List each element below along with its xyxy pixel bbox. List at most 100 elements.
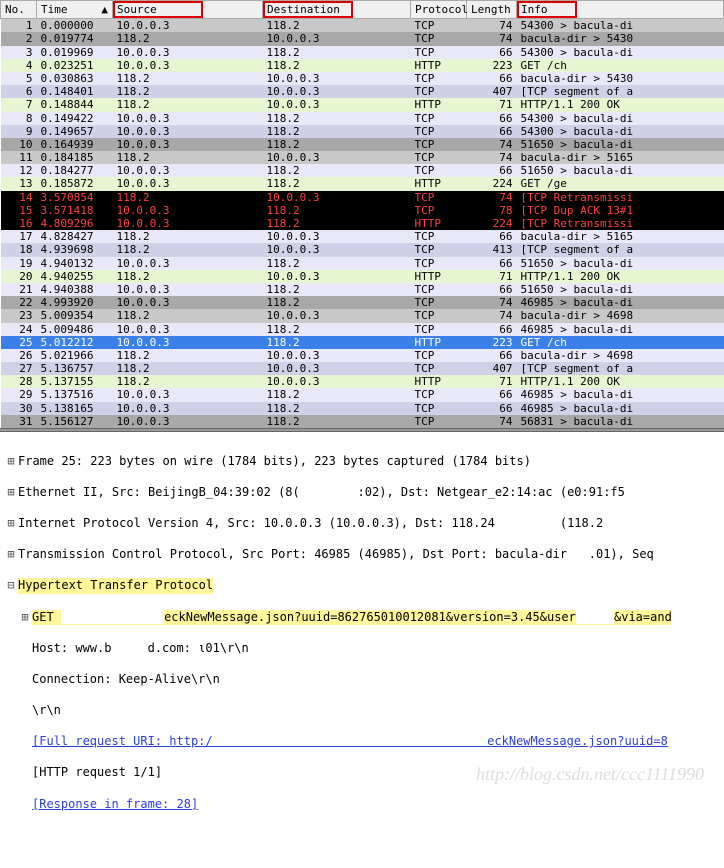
table-row[interactable]: 80.14942210.0.0.3118.2TCP6654300 > bacul…: [1, 112, 724, 125]
cell-protocol: TCP: [411, 349, 467, 362]
packet-list-table[interactable]: No. Time ▲ Source Destination Protocol L…: [0, 0, 724, 428]
cell-time: 4.939698: [37, 243, 113, 256]
table-row[interactable]: 295.13751610.0.0.3118.2TCP6646985 > bacu…: [1, 388, 724, 401]
table-row[interactable]: 143.570854118.210.0.0.3TCP74[TCP Retrans…: [1, 191, 724, 204]
col-info-header[interactable]: Info: [517, 1, 724, 19]
tcp-line[interactable]: Transmission Control Protocol, Src Port:…: [18, 547, 654, 563]
table-row[interactable]: 110.184185118.210.0.0.3TCP74bacula-dir >…: [1, 151, 724, 164]
cell-source: 10.0.0.3: [113, 204, 263, 217]
expand-icon[interactable]: ⊞: [4, 485, 18, 501]
table-row[interactable]: 315.15612710.0.0.3118.2TCP7456831 > bacu…: [1, 415, 724, 428]
expand-icon[interactable]: ⊞: [18, 610, 32, 626]
col-protocol-header[interactable]: Protocol: [411, 1, 467, 19]
cell-protocol: TCP: [411, 191, 467, 204]
cell-info: 54300 > bacula-di: [517, 112, 724, 125]
collapse-icon[interactable]: ⊟: [4, 578, 18, 594]
cell-time: 0.019969: [37, 46, 113, 59]
table-row[interactable]: 194.94013210.0.0.3118.2TCP6651650 > bacu…: [1, 257, 724, 270]
full-request-uri-link[interactable]: [Full request URI: http:/ eckNewMessage.…: [32, 734, 668, 750]
table-row[interactable]: 164.80929610.0.0.3118.2HTTP224[TCP Retra…: [1, 217, 724, 230]
col-destination-header[interactable]: Destination: [263, 1, 411, 19]
cell-protocol: TCP: [411, 151, 467, 164]
cell-no: 14: [1, 191, 37, 204]
expand-icon[interactable]: ⊞: [4, 454, 18, 470]
cell-destination: 10.0.0.3: [263, 362, 411, 375]
ip-line[interactable]: Internet Protocol Version 4, Src: 10.0.0…: [18, 516, 603, 532]
cell-no: 10: [1, 138, 37, 151]
cell-protocol: TCP: [411, 230, 467, 243]
table-row[interactable]: 174.828427118.210.0.0.3TCP66bacula-dir >…: [1, 230, 724, 243]
table-row[interactable]: 184.939698118.210.0.0.3TCP413[TCP segmen…: [1, 243, 724, 256]
cell-info: 46985 > bacula-di: [517, 388, 724, 401]
response-in-frame-link[interactable]: [Response in frame: 28]: [32, 797, 198, 813]
cell-source: 10.0.0.3: [113, 323, 263, 336]
cell-source: 10.0.0.3: [113, 257, 263, 270]
cell-info: bacula-dir > 5165: [517, 151, 724, 164]
table-row[interactable]: 275.136757118.210.0.0.3TCP407[TCP segmen…: [1, 362, 724, 375]
table-row[interactable]: 130.18587210.0.0.3118.2HTTP224GET /ge: [1, 177, 724, 190]
sort-indicator-icon: ▲: [101, 3, 108, 16]
cell-source: 10.0.0.3: [113, 283, 263, 296]
col-length-header[interactable]: Length: [467, 1, 517, 19]
table-row[interactable]: 50.030863118.210.0.0.3TCP66bacula-dir > …: [1, 72, 724, 85]
table-row[interactable]: 100.16493910.0.0.3118.2TCP7451650 > bacu…: [1, 138, 724, 151]
table-row[interactable]: 224.99392010.0.0.3118.2TCP7446985 > bacu…: [1, 296, 724, 309]
expand-icon[interactable]: ⊞: [4, 547, 18, 563]
cell-no: 25: [1, 336, 37, 349]
http-crlf-line[interactable]: \r\n: [32, 703, 61, 719]
cell-source: 118.2: [113, 230, 263, 243]
cell-no: 21: [1, 283, 37, 296]
table-row[interactable]: 40.02325110.0.0.3118.2HTTP223GET /ch: [1, 59, 724, 72]
cell-destination: 118.2: [263, 164, 411, 177]
cell-protocol: TCP: [411, 309, 467, 322]
table-row[interactable]: 305.13816510.0.0.3118.2TCP6646985 > bacu…: [1, 402, 724, 415]
table-row[interactable]: 90.14965710.0.0.3118.2TCP6654300 > bacul…: [1, 125, 724, 138]
table-row[interactable]: 214.94038810.0.0.3118.2TCP6651650 > bacu…: [1, 283, 724, 296]
http-connection-line[interactable]: Connection: Keep-Alive\r\n: [32, 672, 220, 688]
table-row[interactable]: 204.940255118.210.0.0.3HTTP71HTTP/1.1 20…: [1, 270, 724, 283]
http-get-line[interactable]: GET eckNewMessage.json?uuid=862765010012…: [32, 610, 672, 626]
cell-destination: 118.2: [263, 336, 411, 349]
packet-details-pane[interactable]: ⊞Frame 25: 223 bytes on wire (1784 bits)…: [0, 432, 724, 868]
col-source-header[interactable]: Source: [113, 1, 263, 19]
cell-source: 118.2: [113, 349, 263, 362]
cell-destination: 118.2: [263, 59, 411, 72]
cell-time: 4.940132: [37, 257, 113, 270]
table-row[interactable]: 285.137155118.210.0.0.3HTTP71HTTP/1.1 20…: [1, 375, 724, 388]
cell-destination: 10.0.0.3: [263, 309, 411, 322]
cell-no: 13: [1, 177, 37, 190]
table-row[interactable]: 255.01221210.0.0.3118.2HTTP223GET /ch: [1, 336, 724, 349]
table-row[interactable]: 10.00000010.0.0.3118.2TCP7454300 > bacul…: [1, 19, 724, 33]
frame-line[interactable]: Frame 25: 223 bytes on wire (1784 bits),…: [18, 454, 531, 470]
table-row[interactable]: 235.009354118.210.0.0.3TCP74bacula-dir >…: [1, 309, 724, 322]
col-time-header[interactable]: Time ▲: [37, 1, 113, 19]
cell-no: 18: [1, 243, 37, 256]
cell-info: HTTP/1.1 200 OK: [517, 270, 724, 283]
cell-source: 118.2: [113, 32, 263, 45]
table-row[interactable]: 30.01996910.0.0.3118.2TCP6654300 > bacul…: [1, 46, 724, 59]
cell-protocol: HTTP: [411, 375, 467, 388]
packet-list-header[interactable]: No. Time ▲ Source Destination Protocol L…: [1, 1, 724, 19]
cell-source: 10.0.0.3: [113, 112, 263, 125]
table-row[interactable]: 265.021966118.210.0.0.3TCP66bacula-dir >…: [1, 349, 724, 362]
col-no-header[interactable]: No.: [1, 1, 37, 19]
ethernet-line[interactable]: Ethernet II, Src: BeijingB_04:39:02 (8( …: [18, 485, 625, 501]
http-request-num-line[interactable]: [HTTP request 1/1]: [32, 765, 162, 781]
cell-no: 16: [1, 217, 37, 230]
table-row[interactable]: 70.148844118.210.0.0.3HTTP71HTTP/1.1 200…: [1, 98, 724, 111]
cell-no: 26: [1, 349, 37, 362]
cell-length: 71: [467, 270, 517, 283]
http-host-line[interactable]: Host: www.b d.com: ι01\r\n: [32, 641, 249, 657]
cell-destination: 118.2: [263, 283, 411, 296]
cell-info: [TCP segment of a: [517, 85, 724, 98]
cell-source: 10.0.0.3: [113, 59, 263, 72]
table-row[interactable]: 60.148401118.210.0.0.3TCP407[TCP segment…: [1, 85, 724, 98]
expand-icon[interactable]: ⊞: [4, 516, 18, 532]
cell-no: 15: [1, 204, 37, 217]
table-row[interactable]: 245.00948610.0.0.3118.2TCP6646985 > bacu…: [1, 323, 724, 336]
table-row[interactable]: 120.18427710.0.0.3118.2TCP6651650 > bacu…: [1, 164, 724, 177]
table-row[interactable]: 20.019774118.210.0.0.3TCP74bacula-dir > …: [1, 32, 724, 45]
http-header-line[interactable]: Hypertext Transfer Protocol: [18, 578, 213, 594]
cell-info: 51650 > bacula-di: [517, 138, 724, 151]
table-row[interactable]: 153.57141810.0.0.3118.2TCP78[TCP Dup ACK…: [1, 204, 724, 217]
